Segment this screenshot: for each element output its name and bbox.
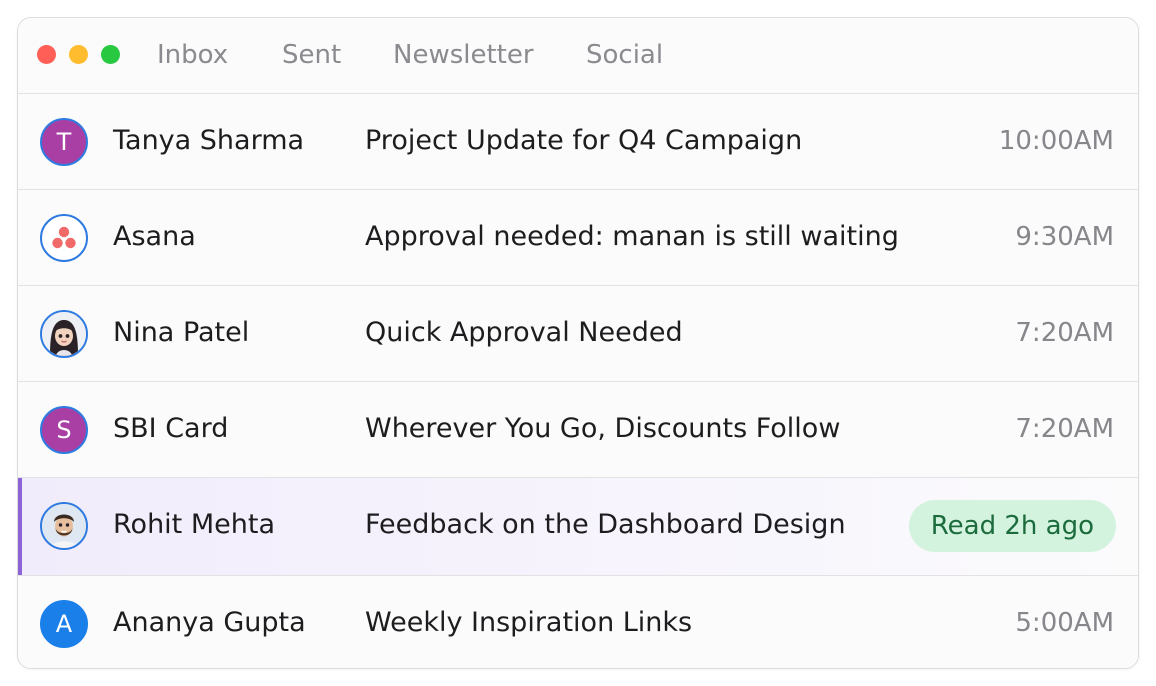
email-subject: Weekly Inspiration Links: [365, 607, 693, 638]
selected-indicator: [18, 478, 22, 575]
avatar-initial: S: [56, 416, 72, 444]
close-window-button[interactable]: [37, 45, 56, 64]
email-subject: Project Update for Q4 Campaign: [365, 125, 803, 156]
avatar-initial: T: [56, 128, 72, 156]
sender-name: Rohit Mehta: [113, 509, 275, 540]
tab-social[interactable]: Social: [586, 38, 663, 72]
sender-name: Ananya Gupta: [113, 607, 306, 638]
avatar: [40, 502, 88, 550]
sender-name: Tanya Sharma: [113, 125, 305, 156]
zoom-window-button[interactable]: [101, 45, 120, 64]
email-row-nina-patel[interactable]: Nina Patel Quick Approval Needed 7:20AM: [18, 286, 1138, 382]
email-row-sbi-card[interactable]: S SBI Card Wherever You Go, Discounts Fo…: [18, 382, 1138, 478]
sender-name: SBI Card: [113, 413, 229, 444]
avatar-initial: A: [55, 610, 73, 638]
woman-portrait-icon: [42, 312, 86, 356]
title-bar: Inbox Sent Newsletter Social: [18, 18, 1138, 94]
email-time: 7:20AM: [1015, 318, 1114, 348]
sender-name: Asana: [113, 221, 196, 252]
email-row-rohit-mehta[interactable]: Rohit Mehta Feedback on the Dashboard De…: [18, 478, 1138, 576]
asana-logo-icon: [52, 226, 76, 249]
tab-newsletter[interactable]: Newsletter: [393, 38, 534, 72]
mail-window: Inbox Sent Newsletter Social T Tanya Sha…: [17, 17, 1139, 669]
email-subject: Feedback on the Dashboard Design: [365, 509, 846, 540]
avatar: [40, 310, 88, 358]
email-subject: Quick Approval Needed: [365, 317, 683, 348]
email-subject: Approval needed: manan is still waiting: [365, 221, 899, 252]
email-row-asana[interactable]: Asana Approval needed: manan is still wa…: [18, 190, 1138, 286]
email-subject: Wherever You Go, Discounts Follow: [365, 413, 841, 444]
email-time: 9:30AM: [1015, 222, 1114, 252]
avatar: A: [40, 600, 88, 648]
avatar: S: [40, 406, 88, 454]
email-time: 7:20AM: [1015, 414, 1114, 444]
read-status-badge: Read 2h ago: [908, 500, 1116, 552]
email-row-ananya-gupta[interactable]: A Ananya Gupta Weekly Inspiration Links …: [18, 576, 1138, 668]
email-time: 5:00AM: [1015, 608, 1114, 638]
sender-name: Nina Patel: [113, 317, 250, 348]
email-time: 10:00AM: [998, 126, 1114, 156]
tab-inbox[interactable]: Inbox: [157, 38, 228, 72]
avatar: T: [40, 118, 88, 166]
minimize-window-button[interactable]: [69, 45, 88, 64]
email-row-tanya-sharma[interactable]: T Tanya Sharma Project Update for Q4 Cam…: [18, 94, 1138, 190]
avatar: [40, 214, 88, 262]
man-portrait-icon: [42, 504, 86, 548]
tab-sent[interactable]: Sent: [282, 38, 341, 72]
